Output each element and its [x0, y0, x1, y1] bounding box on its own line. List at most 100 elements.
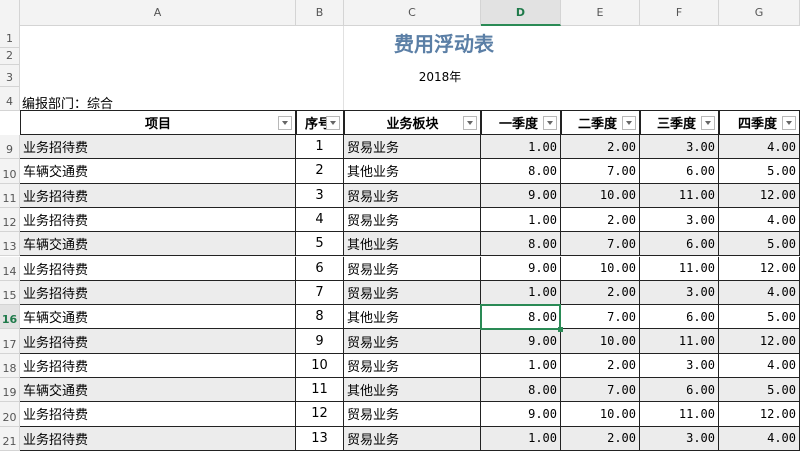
cell-q4[interactable]: 4.00 — [719, 280, 800, 306]
row-header-19[interactable]: 19 — [0, 378, 20, 403]
cell-q1[interactable]: 9.00 — [481, 183, 561, 208]
cell-seq[interactable]: 3 — [296, 183, 344, 208]
filter-dropdown-icon[interactable] — [543, 116, 557, 130]
cell-q2[interactable]: 7.00 — [561, 159, 640, 184]
row-header-13[interactable]: 13 — [0, 232, 20, 257]
row-header-1[interactable]: 1 — [0, 26, 20, 48]
cell-q4[interactable]: 12.00 — [719, 402, 800, 427]
cell-segment[interactable]: 其他业务 — [344, 378, 481, 403]
cell-q2[interactable]: 2.00 — [561, 280, 640, 306]
cell-item[interactable]: 业务招待费 — [20, 426, 296, 451]
cell-item[interactable]: 业务招待费 — [20, 207, 296, 233]
cell-q4[interactable]: 5.00 — [719, 305, 800, 330]
row-header-9[interactable]: 9 — [0, 135, 20, 160]
cell-q1[interactable]: 9.00 — [481, 256, 561, 281]
cell-q4[interactable]: 12.00 — [719, 329, 800, 354]
cell-seq[interactable]: 6 — [296, 256, 344, 281]
cell-q2[interactable]: 10.00 — [561, 329, 640, 354]
cell-seq[interactable]: 8 — [296, 305, 344, 330]
cell-q2[interactable]: 2.00 — [561, 207, 640, 233]
cell-q2[interactable]: 10.00 — [561, 402, 640, 427]
cell-q3[interactable]: 6.00 — [640, 378, 719, 403]
cell-q4[interactable]: 5.00 — [719, 232, 800, 257]
cell-item[interactable]: 业务招待费 — [20, 183, 296, 208]
cell-item[interactable]: 业务招待费 — [20, 280, 296, 306]
cell-q1[interactable]: 1.00 — [481, 426, 561, 451]
row-header-4[interactable]: 4 — [0, 87, 20, 111]
cell-item[interactable]: 业务招待费 — [20, 135, 296, 160]
cell-q4[interactable]: 12.00 — [719, 256, 800, 281]
cell-segment[interactable]: 贸易业务 — [344, 353, 481, 378]
cell-seq[interactable]: 7 — [296, 280, 344, 306]
cell-item[interactable]: 业务招待费 — [20, 353, 296, 378]
cell-q3[interactable]: 3.00 — [640, 353, 719, 378]
row-header-20[interactable]: 20 — [0, 402, 20, 427]
cell-item[interactable]: 车辆交通费 — [20, 378, 296, 403]
cell-q4[interactable]: 4.00 — [719, 426, 800, 451]
cell-segment[interactable]: 贸易业务 — [344, 183, 481, 208]
cell-q2[interactable]: 7.00 — [561, 305, 640, 330]
column-header-e[interactable]: E — [561, 0, 640, 26]
cell-q2[interactable]: 7.00 — [561, 378, 640, 403]
cell-q4[interactable]: 4.00 — [719, 207, 800, 233]
column-header-f[interactable]: F — [640, 0, 719, 26]
cell-q3[interactable]: 3.00 — [640, 280, 719, 306]
cell-q2[interactable]: 10.00 — [561, 183, 640, 208]
cell-seq[interactable]: 9 — [296, 329, 344, 354]
cell-seq[interactable]: 5 — [296, 232, 344, 257]
cell-q1[interactable]: 8.00 — [481, 378, 561, 403]
cell-q4[interactable]: 12.00 — [719, 183, 800, 208]
row-header-2[interactable]: 2 — [0, 48, 20, 65]
cell-item[interactable]: 车辆交通费 — [20, 305, 296, 330]
row-header-17[interactable]: 17 — [0, 329, 20, 354]
row-header-15[interactable]: 15 — [0, 280, 20, 306]
cell-seq[interactable]: 2 — [296, 159, 344, 184]
row-header-18[interactable]: 18 — [0, 353, 20, 378]
cell-segment[interactable]: 其他业务 — [344, 159, 481, 184]
cell-q3[interactable]: 3.00 — [640, 426, 719, 451]
header-q3[interactable]: 三季度 — [640, 110, 719, 135]
cell-seq[interactable]: 1 — [296, 135, 344, 160]
cell-q1[interactable]: 1.00 — [481, 207, 561, 233]
cell-item[interactable]: 业务招待费 — [20, 329, 296, 354]
cell-seq[interactable]: 10 — [296, 353, 344, 378]
header-segment[interactable]: 业务板块 — [344, 110, 481, 135]
header-q4[interactable]: 四季度 — [719, 110, 800, 135]
row-header-16[interactable]: 16 — [0, 305, 20, 330]
column-header-g[interactable]: G — [719, 0, 800, 26]
filter-dropdown-icon[interactable] — [622, 116, 636, 130]
cell-segment[interactable]: 贸易业务 — [344, 402, 481, 427]
cell-q3[interactable]: 3.00 — [640, 135, 719, 160]
row-header-14[interactable]: 14 — [0, 256, 20, 281]
fill-handle[interactable] — [558, 327, 563, 333]
row-header-11[interactable]: 11 — [0, 183, 20, 208]
cell-q3[interactable]: 11.00 — [640, 329, 719, 354]
column-header-a[interactable]: A — [20, 0, 296, 26]
filter-dropdown-icon[interactable] — [326, 116, 340, 130]
cell-item[interactable]: 业务招待费 — [20, 256, 296, 281]
cell-segment[interactable]: 贸易业务 — [344, 426, 481, 451]
cell-q3[interactable]: 11.00 — [640, 402, 719, 427]
cell-q3[interactable]: 6.00 — [640, 232, 719, 257]
cell-q1[interactable]: 1.00 — [481, 280, 561, 306]
cell-q1[interactable]: 1.00 — [481, 135, 561, 160]
cell-seq[interactable]: 13 — [296, 426, 344, 451]
select-all-corner[interactable] — [0, 0, 20, 26]
header-item[interactable]: 项目 — [20, 110, 296, 135]
header-seq[interactable]: 序号 — [296, 110, 344, 135]
cell-q4[interactable]: 5.00 — [719, 159, 800, 184]
column-header-c[interactable]: C — [344, 0, 481, 26]
cell-q1[interactable]: 9.00 — [481, 329, 561, 354]
cell-q3[interactable]: 3.00 — [640, 207, 719, 233]
cell-q3[interactable]: 6.00 — [640, 159, 719, 184]
header-q1[interactable]: 一季度 — [481, 110, 561, 135]
cell-q3[interactable]: 11.00 — [640, 256, 719, 281]
filter-dropdown-icon[interactable] — [782, 116, 796, 130]
cell-q1[interactable]: 8.00 — [481, 232, 561, 257]
cell-item[interactable]: 车辆交通费 — [20, 159, 296, 184]
cell-q2[interactable]: 7.00 — [561, 232, 640, 257]
cell-q4[interactable]: 4.00 — [719, 353, 800, 378]
cell-segment[interactable]: 其他业务 — [344, 305, 481, 330]
cell-item[interactable]: 车辆交通费 — [20, 232, 296, 257]
cell-seq[interactable]: 4 — [296, 207, 344, 233]
